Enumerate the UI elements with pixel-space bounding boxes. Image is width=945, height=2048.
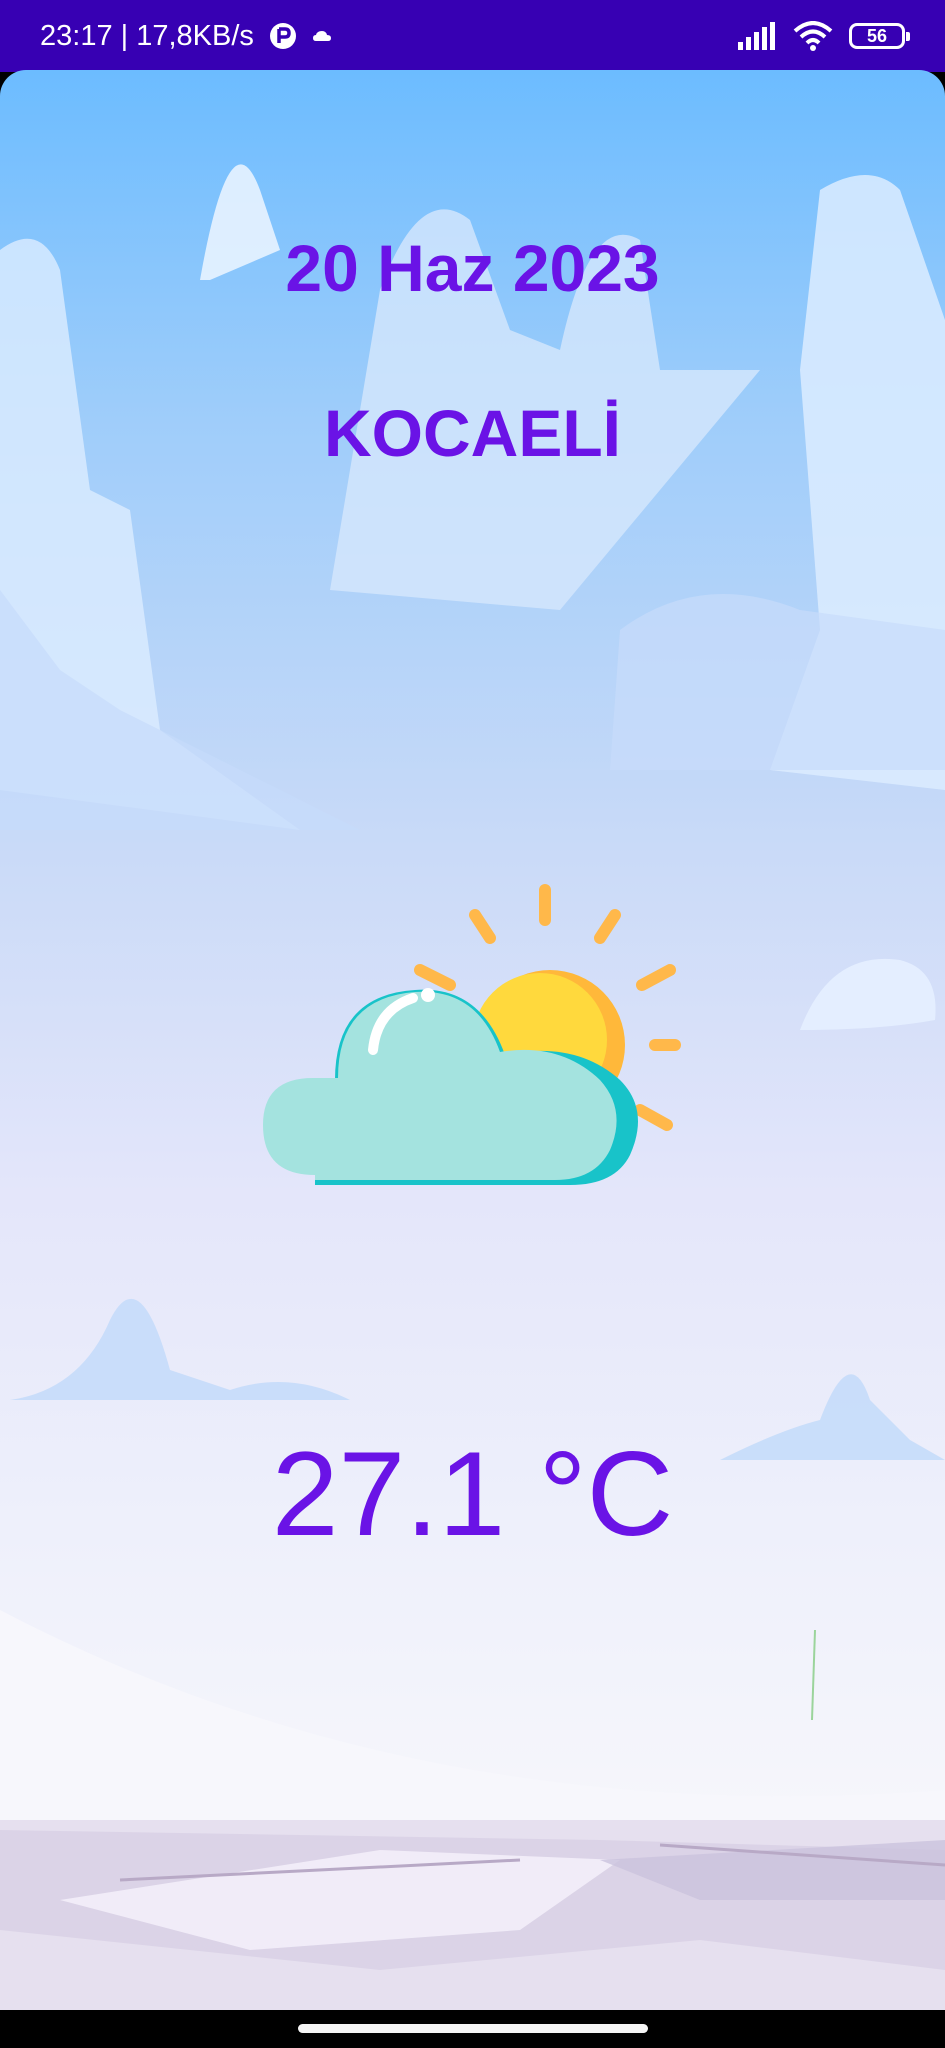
wifi-icon (793, 21, 833, 51)
date-label: 20 Haz 2023 (285, 231, 660, 305)
partly-cloudy-icon (263, 884, 681, 1185)
status-time: 23:17 | 17,8KB/s (40, 19, 254, 52)
app-notification-icon (269, 23, 296, 49)
status-left: 23:17 | 17,8KB/s (40, 20, 332, 53)
battery-icon: 56 (849, 23, 910, 49)
city-label: KOCAELİ (324, 396, 621, 470)
home-indicator[interactable] (298, 2024, 648, 2033)
cloud-notification-icon (312, 31, 331, 41)
weather-screen: 20 Haz 2023 KOCAELİ 27.1 °C (0, 70, 945, 2010)
navigation-bar (0, 2010, 945, 2048)
signal-icon (738, 22, 775, 50)
battery-level: 56 (866, 25, 888, 46)
temperature-label: 27.1 °C (271, 1427, 674, 1561)
status-bar: 23:17 | 17,8KB/s 56 (0, 0, 945, 72)
status-right: 56 (737, 21, 910, 51)
